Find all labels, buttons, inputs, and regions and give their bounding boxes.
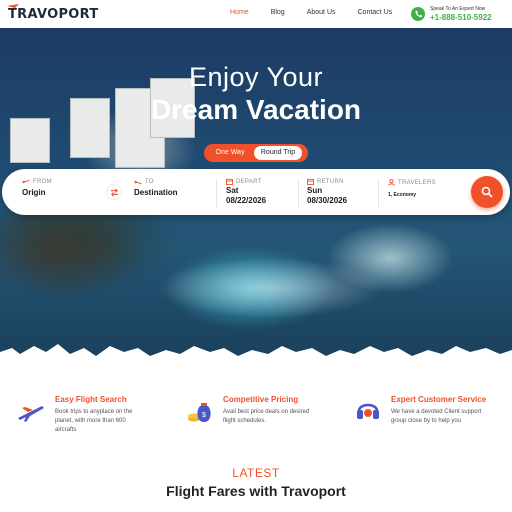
feature-description: Book trips to anyplace on the planet, wi… <box>55 409 133 433</box>
money-bag-icon: $ <box>188 403 211 422</box>
feature-competitive-pricing: Competitive Pricing Avail best price dea… <box>223 395 309 426</box>
torn-edge-divider <box>0 344 512 370</box>
hero-title-line1: Enjoy Your <box>188 62 324 92</box>
feature-title: Easy Flight Search <box>55 395 127 404</box>
logo-text: TRAVOPORT <box>8 6 99 22</box>
travelers-label: TRAVELERS <box>398 179 436 186</box>
feature-easy-flight-search: Easy Flight Search Book trips to anyplac… <box>55 395 132 435</box>
field-divider <box>298 179 299 207</box>
trip-round-trip[interactable]: Round Trip <box>254 146 302 160</box>
feature-description: We have a devoted Client support group c… <box>391 409 482 424</box>
plane-arrive-icon <box>134 180 142 185</box>
hero-banner: Enjoy Your Dream Vacation One Way Round … <box>0 28 512 363</box>
nav-contact-us[interactable]: Contact Us <box>358 9 393 16</box>
swap-icon <box>110 188 118 196</box>
depart-day: Sat <box>226 186 239 195</box>
nav-blog[interactable]: Blog <box>271 9 285 16</box>
main-nav: Home Blog About Us Contact Us <box>230 9 414 16</box>
return-date: 08/30/2026 <box>307 196 348 205</box>
depart-date: 08/22/2026 <box>226 196 267 205</box>
travelers-field[interactable]: TRAVELERS 1, Economy <box>388 179 436 198</box>
headset-icon <box>357 403 379 419</box>
trip-one-way[interactable]: One Way <box>206 146 254 160</box>
from-label: FROM <box>33 179 52 185</box>
return-label: RETURN <box>317 178 344 185</box>
section-title: Flight Fares with Travoport <box>166 483 346 499</box>
hero-title-line2: Dream Vacation <box>150 94 362 125</box>
depart-label: DEPART <box>236 178 262 185</box>
from-field[interactable]: FROM Origin <box>22 179 52 197</box>
user-icon <box>388 179 395 186</box>
phone-number[interactable]: +1-888-510-5922 <box>430 13 492 23</box>
to-value: Destination <box>134 188 178 197</box>
section-eyebrow: LATEST <box>232 466 280 480</box>
field-divider <box>216 179 217 207</box>
plane-icon <box>18 406 44 422</box>
svg-text:$: $ <box>202 412 206 419</box>
flight-search-bar: FROM Origin TO Destination DEPART Sat 08… <box>2 169 510 215</box>
feature-description: Avail best price deals on desired flight… <box>223 409 310 424</box>
trip-type-toggle: One Way Round Trip <box>204 144 308 162</box>
swap-button[interactable] <box>106 184 122 200</box>
search-icon <box>481 186 493 198</box>
feature-title: Competitive Pricing <box>223 395 299 404</box>
travelers-value: 1, Economy <box>388 192 417 198</box>
hero-surf <box>120 248 420 338</box>
search-button[interactable] <box>471 176 503 208</box>
return-field[interactable]: RETURN Sun 08/30/2026 <box>307 178 347 205</box>
nav-about-us[interactable]: About Us <box>307 9 336 16</box>
from-value: Origin <box>22 188 46 197</box>
header: TRAVOPORT Home Blog About Us Contact Us … <box>0 0 512 28</box>
to-field[interactable]: TO Destination <box>134 179 178 197</box>
phone-icon <box>411 7 425 21</box>
logo-plane-icon <box>7 4 19 8</box>
to-label: TO <box>145 179 154 185</box>
feature-title: Expert Customer Service <box>391 395 487 404</box>
logo[interactable]: TRAVOPORT <box>7 4 99 23</box>
calendar-icon <box>226 178 233 185</box>
feature-expert-customer-service: Expert Customer Service We have a devote… <box>391 395 486 426</box>
phone-contact[interactable]: Speak To An Expert Now +1-888-510-5922 <box>411 4 492 24</box>
phone-label: Speak To An Expert Now <box>430 5 486 12</box>
calendar-icon <box>307 178 314 185</box>
plane-depart-icon <box>22 179 30 184</box>
depart-field[interactable]: DEPART Sat 08/22/2026 <box>226 178 266 205</box>
field-divider <box>378 179 379 207</box>
nav-home[interactable]: Home <box>230 9 249 16</box>
return-day: Sun <box>307 186 323 195</box>
